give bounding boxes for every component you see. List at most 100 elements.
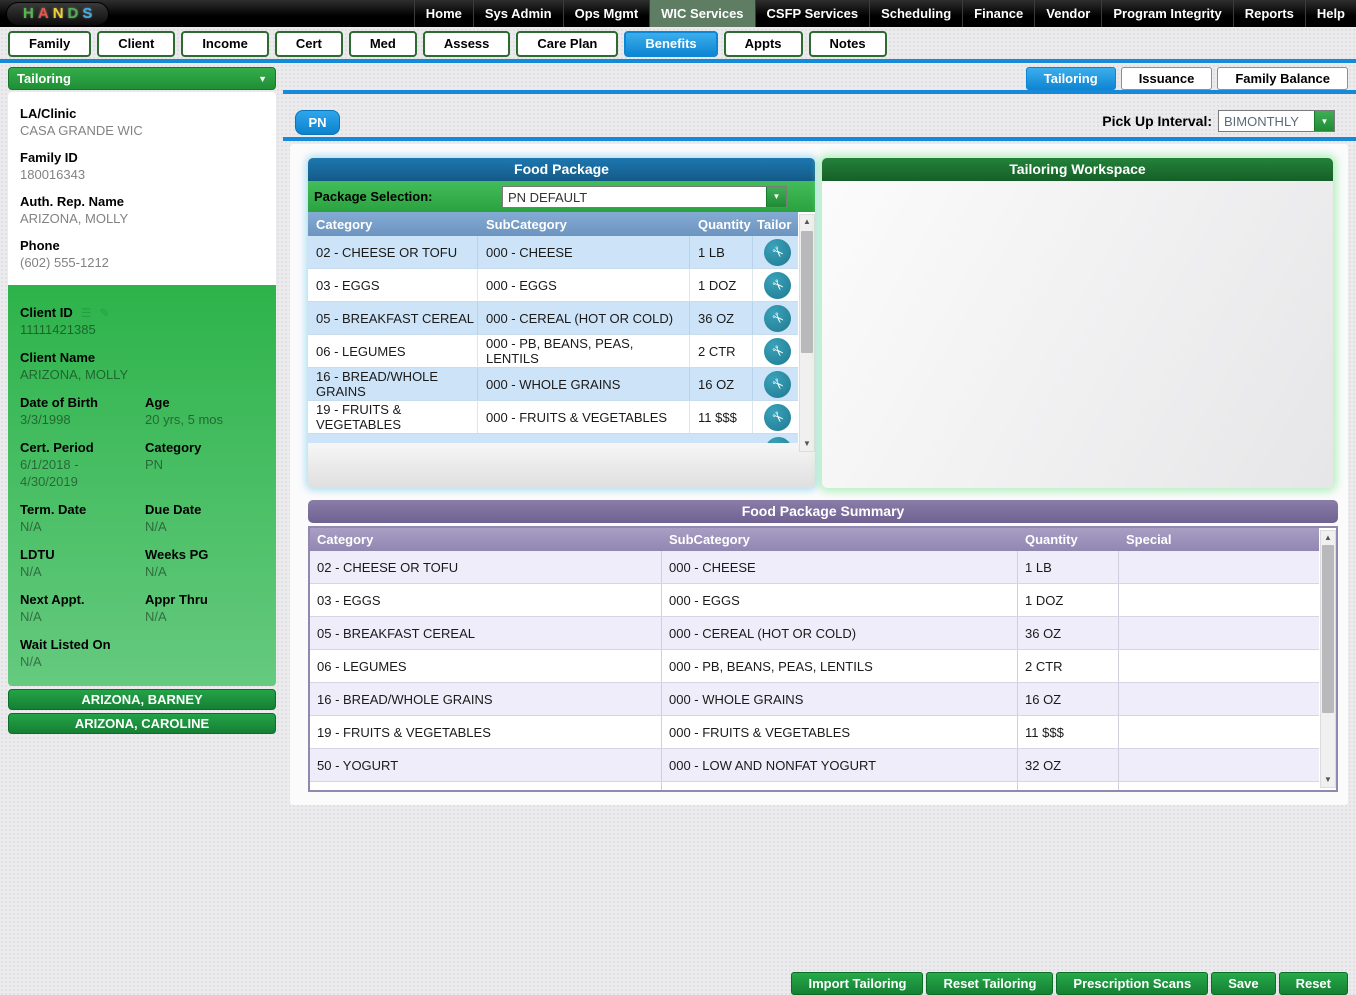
list-icon[interactable]: ☰ xyxy=(81,306,92,320)
tab-benefits[interactable]: Benefits xyxy=(624,31,717,57)
scroll-up-icon[interactable]: ▲ xyxy=(1321,531,1335,545)
field-label: Term. Date xyxy=(20,501,139,518)
chevron-down-icon[interactable]: ▼ xyxy=(1314,111,1334,131)
field-label: Family ID xyxy=(20,149,264,166)
client-info-card: Client ID ☰ ✎ 11111421385 Client Name AR… xyxy=(8,285,276,686)
nav-item-sys-admin[interactable]: Sys Admin xyxy=(473,0,563,27)
nav-item-scheduling[interactable]: Scheduling xyxy=(869,0,962,27)
chevron-down-icon[interactable]: ▼ xyxy=(766,187,786,207)
tailoring-workspace-dropzone[interactable] xyxy=(822,181,1333,488)
field-value: N/A xyxy=(145,563,264,580)
prescription-scans-button[interactable]: Prescription Scans xyxy=(1056,972,1208,995)
field-value: (602) 555-1212 xyxy=(20,254,264,271)
tab-client[interactable]: Client xyxy=(97,31,175,57)
tab-cert[interactable]: Cert xyxy=(275,31,343,57)
scissors-icon[interactable]: ✂ xyxy=(764,305,791,332)
scissors-icon[interactable]: ✂ xyxy=(765,437,792,443)
nav-item-wic-services[interactable]: WIC Services xyxy=(649,0,754,27)
table-row: 06 - LEGUMES000 - PB, BEANS, PEAS, LENTI… xyxy=(310,650,1319,683)
nav-item-help[interactable]: Help xyxy=(1305,0,1356,27)
food-package-summary-panel: Food Package Summary CategorySubCategory… xyxy=(308,500,1338,792)
quantity-cell: 32 OZ xyxy=(1018,749,1119,781)
nav-item-csfp-services[interactable]: CSFP Services xyxy=(755,0,870,27)
field-label: Client ID xyxy=(20,304,73,321)
nav-item-reports[interactable]: Reports xyxy=(1233,0,1305,27)
family-member-button[interactable]: ARIZONA, CAROLINE xyxy=(8,713,276,734)
scissors-icon[interactable]: ✂ xyxy=(764,239,791,266)
reset-button[interactable]: Reset xyxy=(1279,972,1348,995)
subcategory-cell: 000 - CEREAL (HOT OR COLD) xyxy=(662,617,1018,649)
tailor-cell: ✂ xyxy=(753,236,798,268)
vertical-scrollbar[interactable]: ▲ ▼ xyxy=(1320,530,1336,788)
view-tab-family-balance[interactable]: Family Balance xyxy=(1217,67,1348,90)
quantity-cell: 36 OZ xyxy=(1018,617,1119,649)
food-package-title: Food Package xyxy=(308,158,815,181)
subcategory-cell: 000 - PB, BEANS, PEAS, LENTILS xyxy=(478,335,690,367)
subcategory-cell: 000 - FRUITS & VEGETABLES xyxy=(478,401,690,433)
subcategory-cell: 000 - WHOLE GRAINS xyxy=(662,683,1018,715)
tab-family[interactable]: Family xyxy=(8,31,91,57)
food-package-table: CategorySubCategoryQuantityTailor 02 - C… xyxy=(308,212,815,443)
special-cell xyxy=(1119,551,1319,583)
client-name-field: Client Name ARIZONA, MOLLY xyxy=(20,349,264,383)
sidebar-section-dropdown[interactable]: Tailoring ▼ xyxy=(8,67,276,90)
column-header: Special xyxy=(1119,532,1319,547)
subcategory-cell: 000 - CEREAL (HOT OR COLD) xyxy=(478,302,690,334)
column-header: Category xyxy=(310,532,662,547)
vertical-scrollbar[interactable]: ▲ ▼ xyxy=(799,214,815,452)
scissors-icon[interactable]: ✂ xyxy=(764,272,791,299)
scrollbar-thumb[interactable] xyxy=(801,231,813,353)
page: HANDS HomeSys AdminOps MgmtWIC ServicesC… xyxy=(0,0,1356,995)
table-row: 02 - CHEESE OR TOFU000 - CHEESE1 LB xyxy=(310,551,1319,584)
client-field-date-of-birth: Date of Birth3/3/1998 xyxy=(20,394,139,428)
nav-item-vendor[interactable]: Vendor xyxy=(1034,0,1101,27)
package-selection-dropdown[interactable]: PN DEFAULT ▼ xyxy=(502,186,787,208)
tab-care-plan[interactable]: Care Plan xyxy=(516,31,618,57)
tab-appts[interactable]: Appts xyxy=(724,31,803,57)
scrollbar-track[interactable] xyxy=(800,229,814,437)
partial-table-row: ✂ xyxy=(308,434,798,443)
scrollbar-thumb[interactable] xyxy=(1322,545,1334,713)
tab-assess[interactable]: Assess xyxy=(423,31,511,57)
subcategory-cell: 000 - CHEESE xyxy=(662,551,1018,583)
package-tab-pn[interactable]: PN xyxy=(295,110,340,135)
view-tab-issuance[interactable]: Issuance xyxy=(1121,67,1213,90)
edit-icon[interactable]: ✎ xyxy=(100,306,110,320)
info-field: LA/ClinicCASA GRANDE WIC xyxy=(20,105,264,139)
scroll-down-icon[interactable]: ▼ xyxy=(1321,773,1335,787)
client-field-due-date: Due DateN/A xyxy=(145,501,264,535)
field-value: N/A xyxy=(20,653,139,670)
scissors-icon[interactable]: ✂ xyxy=(764,404,791,431)
scroll-down-icon[interactable]: ▼ xyxy=(800,437,814,451)
nav-item-program-integrity[interactable]: Program Integrity xyxy=(1101,0,1232,27)
field-label: Appr Thru xyxy=(145,591,264,608)
save-button[interactable]: Save xyxy=(1211,972,1275,995)
table-row: 02 - CHEESE OR TOFU000 - CHEESE1 LB✂ xyxy=(308,236,798,269)
scroll-up-icon[interactable]: ▲ xyxy=(800,215,814,229)
hands-logo[interactable]: HANDS xyxy=(6,2,109,26)
nav-item-home[interactable]: Home xyxy=(414,0,473,27)
field-label: Due Date xyxy=(145,501,264,518)
reset-tailoring-button[interactable]: Reset Tailoring xyxy=(926,972,1053,995)
pickup-interval-dropdown[interactable]: BIMONTHLY ▼ xyxy=(1218,110,1335,132)
field-label: Auth. Rep. Name xyxy=(20,193,264,210)
family-member-button[interactable]: ARIZONA, BARNEY xyxy=(8,689,276,710)
tab-income[interactable]: Income xyxy=(181,31,269,57)
logo-letter: N xyxy=(53,5,64,22)
nav-item-finance[interactable]: Finance xyxy=(962,0,1034,27)
quantity-cell: 11 $$$ xyxy=(1018,716,1119,748)
scissors-icon[interactable]: ✂ xyxy=(764,371,791,398)
scrollbar-track[interactable] xyxy=(1321,545,1335,773)
view-tab-tailoring[interactable]: Tailoring xyxy=(1026,67,1116,90)
tab-notes[interactable]: Notes xyxy=(809,31,887,57)
client-field-category: CategoryPN xyxy=(145,439,264,490)
special-cell xyxy=(1119,683,1319,715)
import-tailoring-button[interactable]: Import Tailoring xyxy=(791,972,923,995)
logo-letter: H xyxy=(23,5,34,22)
scissors-icon[interactable]: ✂ xyxy=(764,338,791,365)
client-field-cert-period: Cert. Period6/1/2018 - 4/30/2019 xyxy=(20,439,139,490)
food-package-rows: 02 - CHEESE OR TOFU000 - CHEESE1 LB✂03 -… xyxy=(308,236,815,434)
tab-med[interactable]: Med xyxy=(349,31,417,57)
nav-item-ops-mgmt[interactable]: Ops Mgmt xyxy=(563,0,650,27)
column-header: Category xyxy=(308,217,478,232)
